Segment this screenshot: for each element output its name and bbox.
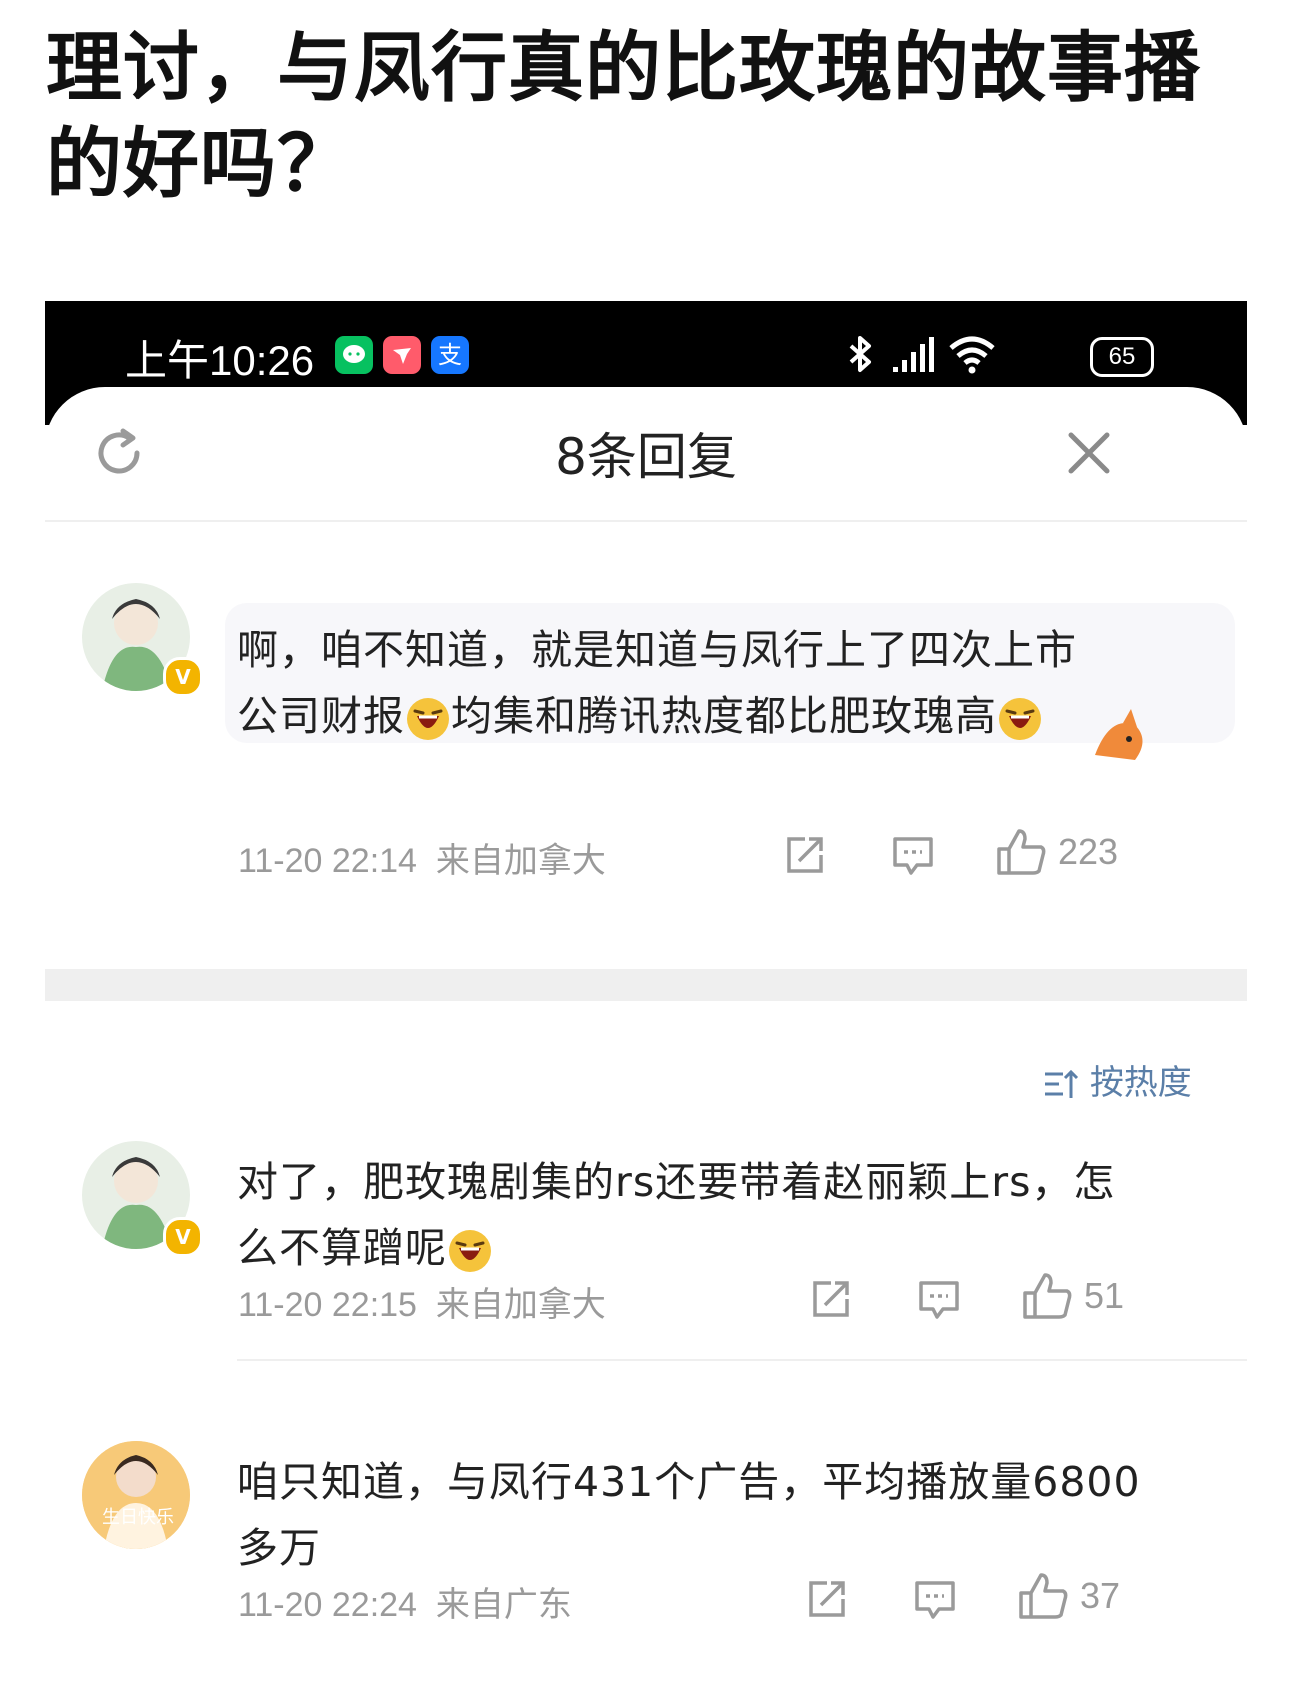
share-icon[interactable] [805, 1577, 849, 1621]
comment-meta: 11-20 22:14 来自加拿大 [238, 842, 606, 880]
reply-icon[interactable] [891, 833, 935, 877]
comment-text: 啊，咱不知道，就是知道与凤行上了四次上市 公司财报 均集和腾讯热度都比肥玫瑰高 [237, 626, 1077, 740]
replies-sheet: 8条回复 V 啊，咱不知道，就是知道与凤行上了四次上市 公司财报 均集和腾讯热度都… [45, 387, 1247, 1697]
verified-badge: V [163, 1217, 203, 1257]
divider [237, 1359, 1247, 1361]
app-icon [383, 336, 421, 374]
laugh-emoji-icon [999, 698, 1041, 740]
bluetooth-icon [849, 336, 871, 372]
like-count: 223 [1058, 831, 1119, 872]
like-icon[interactable] [1017, 1571, 1069, 1621]
reply-icon[interactable] [917, 1277, 961, 1321]
sort-icon [1045, 1069, 1079, 1098]
wechat-icon [335, 336, 373, 374]
post-headline: 理讨，与凤行真的比玫瑰的故事播的好吗？ [46, 23, 1201, 208]
like-icon[interactable] [995, 827, 1047, 877]
wifi-icon [949, 336, 995, 374]
watermark-icon [1023, 1662, 1232, 1692]
signal-icon [893, 337, 934, 372]
divider [45, 520, 1247, 522]
comment-text: 对了，肥玫瑰剧集的rs还要带着赵丽颖上rs，怎 么不算蹭呢 [237, 1158, 1116, 1272]
laugh-emoji-icon [407, 698, 449, 740]
sort-toggle[interactable]: 按热度 [1043, 1055, 1192, 1104]
share-icon[interactable] [809, 1277, 853, 1321]
alipay-icon: 支 [431, 336, 469, 374]
like-icon[interactable] [1021, 1271, 1073, 1321]
section-separator [45, 969, 1247, 1001]
reply-icon[interactable] [913, 1577, 957, 1621]
like-count: 37 [1080, 1575, 1121, 1616]
battery-indicator: 65 [1090, 337, 1154, 377]
comment-text: 咱只知道，与凤行431个广告，平均播放量6800 多万 [237, 1458, 1141, 1572]
share-icon[interactable] [783, 833, 827, 877]
laugh-emoji-icon [449, 1230, 491, 1272]
comment-meta: 11-20 22:24 来自广东 [238, 1586, 572, 1624]
like-count: 51 [1084, 1275, 1125, 1316]
fox-sticker-icon [1095, 709, 1143, 760]
close-icon[interactable] [1061, 425, 1117, 481]
avatar[interactable]: 生日快乐 [82, 1441, 190, 1549]
embedded-screenshot: 上午10:26 支 65 8条回复 V 啊，咱不知道，就是知道与凤行上了四次上市… [45, 301, 1247, 1697]
svg-text:生日快乐: 生日快乐 [102, 1507, 174, 1528]
status-time: 上午10:26 [125, 337, 315, 384]
comment-meta: 11-20 22:15 来自加拿大 [238, 1286, 606, 1324]
verified-badge: V [163, 657, 203, 697]
